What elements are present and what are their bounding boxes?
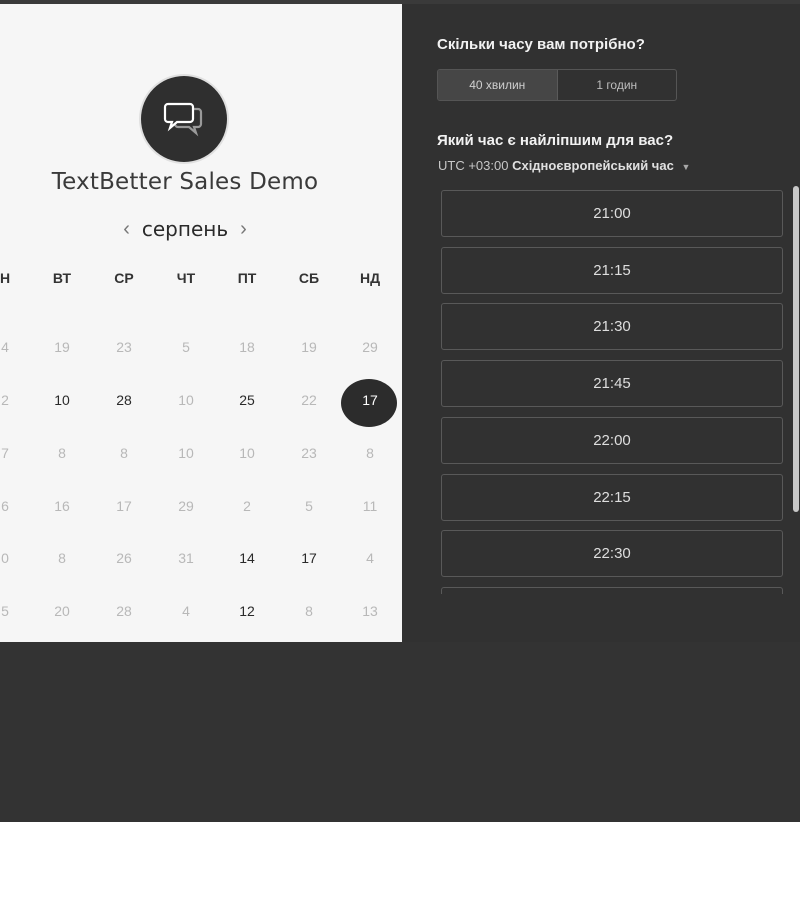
- calendar-day: 7: [1, 445, 9, 461]
- weekday-label: СБ: [298, 270, 320, 286]
- event-title: TextBetter Sales Demo: [51, 169, 319, 195]
- time-slot-button[interactable]: 21:15: [441, 246, 783, 294]
- calendar-day: 11: [362, 498, 378, 514]
- time-slot-button[interactable]: 21:00: [441, 190, 783, 237]
- calendar-day: 13: [362, 603, 378, 619]
- weekday-label: СР: [114, 270, 134, 286]
- calendar-day[interactable]: 10: [42, 392, 82, 408]
- calendar-day: 4: [182, 603, 190, 619]
- calendar-day: 8: [305, 603, 313, 619]
- calendar-day: 4: [1, 339, 9, 355]
- caret-down-icon: ▼: [681, 162, 691, 172]
- calendar-panel: TextBetter Sales Demo ‹ серпень › Н ВТ СР Ч…: [0, 4, 402, 642]
- timezone-name: Східноєвропейський час: [512, 158, 674, 173]
- chevron-left-icon[interactable]: ‹: [123, 218, 130, 241]
- calendar-day: 8: [366, 445, 374, 461]
- time-question: Який час є найліпшим для вас?: [437, 132, 674, 149]
- calendar-day: 5: [182, 339, 190, 355]
- calendar-day: 23: [301, 445, 317, 461]
- calendar-day: 8: [58, 550, 66, 566]
- calendar-day: 8: [58, 445, 66, 461]
- footer-band: [0, 642, 800, 822]
- duration-option-40min[interactable]: 40 хвилин: [438, 70, 558, 100]
- calendar-day: 20: [54, 603, 70, 619]
- calendar-day: 17: [116, 498, 132, 514]
- time-slot-button[interactable]: 21:30: [441, 303, 783, 351]
- calendar-day: 29: [362, 339, 378, 355]
- calendar-day: 10: [178, 392, 194, 408]
- time-slot-button[interactable]: 22:15: [441, 473, 783, 521]
- calendar-day: 31: [178, 550, 194, 566]
- calendar-day: 19: [54, 339, 70, 355]
- calendar-day: 6: [1, 498, 9, 514]
- calendar-day: 28: [116, 603, 132, 619]
- chat-bubbles-icon: [141, 76, 227, 162]
- calendar-day: 0: [1, 550, 9, 566]
- calendar-day: 22: [301, 392, 317, 408]
- calendar-day-selected[interactable]: 17: [350, 392, 390, 408]
- weekday-label: Н: [0, 270, 11, 286]
- calendar-day[interactable]: 12: [227, 603, 267, 619]
- time-slot-button[interactable]: [441, 586, 783, 594]
- weekday-label: ВТ: [52, 270, 72, 286]
- weekday-label: ЧТ: [176, 270, 196, 286]
- timezone-selector[interactable]: UTC +03:00 Східноєвропейський час ▼: [438, 158, 690, 173]
- weekday-label: НД: [359, 270, 381, 286]
- calendar-day: 5: [1, 603, 9, 619]
- calendar-day: 19: [301, 339, 317, 355]
- calendar-day: 16: [54, 498, 70, 514]
- calendar-day: 18: [239, 339, 255, 355]
- calendar-day[interactable]: 17: [289, 550, 329, 566]
- calendar-day: 23: [116, 339, 132, 355]
- scrollbar[interactable]: [793, 186, 799, 512]
- time-slot-button[interactable]: 22:00: [441, 416, 783, 464]
- duration-toggle: 40 хвилин 1 годин: [437, 69, 677, 101]
- timezone-offset: UTC +03:00: [438, 158, 509, 173]
- calendar-day[interactable]: 28: [104, 392, 144, 408]
- time-slot-list: 21:00 21:15 21:30 21:45 22:00 22:15 22:30: [441, 190, 785, 594]
- calendar-day[interactable]: 25: [227, 392, 267, 408]
- calendar-day: 10: [178, 445, 194, 461]
- calendar-day: 26: [116, 550, 132, 566]
- calendar-day: 8: [120, 445, 128, 461]
- month-navigation: ‹ серпень ›: [110, 214, 260, 244]
- duration-option-1hour[interactable]: 1 годин: [558, 70, 677, 100]
- time-panel: Скільки часу вам потрібно? 40 хвилин 1 г…: [402, 4, 800, 642]
- time-slot-button[interactable]: 22:30: [441, 530, 783, 578]
- time-slot-button[interactable]: 21:45: [441, 360, 783, 408]
- chevron-right-icon[interactable]: ›: [240, 218, 247, 241]
- calendar-day: 2: [1, 392, 9, 408]
- calendar-day: 10: [239, 445, 255, 461]
- calendar-day: 2: [243, 498, 251, 514]
- duration-question: Скільки часу вам потрібно?: [437, 36, 645, 53]
- calendar-day: 5: [305, 498, 313, 514]
- calendar-day: 4: [366, 550, 374, 566]
- month-label: серпень: [141, 217, 229, 241]
- calendar-day: 29: [178, 498, 194, 514]
- weekday-label: ПТ: [237, 270, 257, 286]
- calendar-day[interactable]: 14: [227, 550, 267, 566]
